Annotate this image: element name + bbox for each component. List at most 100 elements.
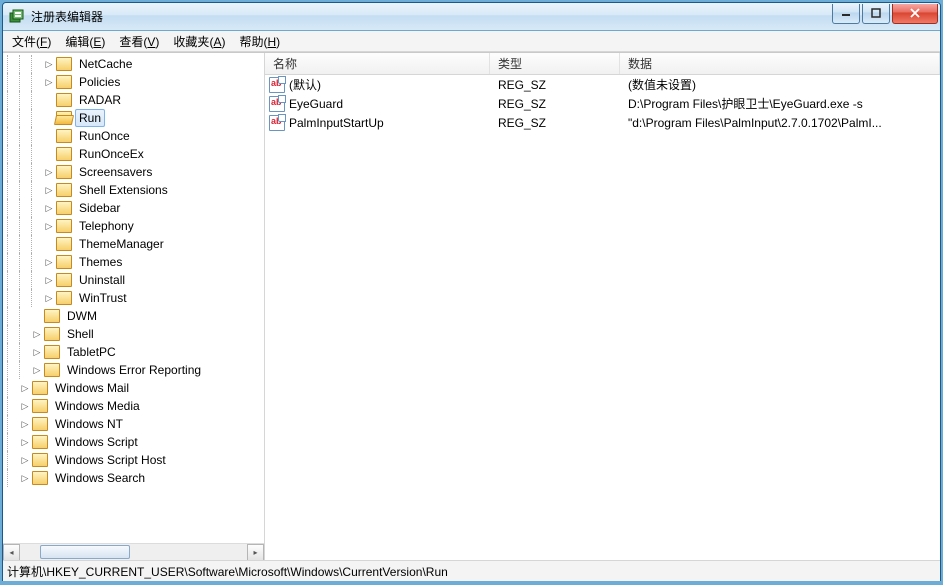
tree-label: Uninstall [75, 271, 129, 289]
tree-twisty[interactable]: ▷ [43, 167, 55, 178]
folder-icon [32, 417, 48, 431]
maximize-button[interactable] [862, 4, 890, 24]
folder-icon [44, 327, 60, 341]
tree-twisty[interactable]: ▷ [19, 401, 31, 412]
list-header: 名称 类型 数据 [265, 53, 940, 75]
value-type: REG_SZ [498, 116, 546, 130]
tree-label: Shell [63, 325, 98, 343]
tree-node[interactable]: ▷ Uninstall [3, 271, 205, 289]
app-icon [9, 9, 25, 25]
tree-twisty[interactable]: ▷ [19, 383, 31, 394]
tree-node[interactable]: ▷ Windows NT [3, 415, 205, 433]
tree-node[interactable]: RunOnceEx [3, 145, 205, 163]
tree-body[interactable]: ▷ NetCache ▷ PoliciesRADARRunRunOnceRunOnce… [3, 53, 264, 543]
column-name[interactable]: 名称 [265, 53, 490, 74]
folder-icon [56, 291, 72, 305]
list-body[interactable]: (默认) REG_SZ (数值未设置)EyeGuardREG_SZD:\Progra… [265, 75, 940, 560]
tree-label: Windows Search [51, 469, 149, 487]
menubar: 文件(F) 编辑(E) 查看(V) 收藏夹(A) 帮助(H) [3, 31, 940, 52]
tree-label: Policies [75, 73, 124, 91]
string-value-icon [269, 77, 285, 93]
tree-node[interactable]: ▷Telephony [3, 217, 205, 235]
titlebar[interactable]: 注册表编辑器 [3, 3, 940, 31]
scroll-track[interactable] [20, 544, 247, 561]
status-path: 计算机\HKEY_CURRENT_USER\Software\Microsoft… [7, 563, 448, 580]
tree-twisty[interactable]: ▷ [43, 203, 55, 214]
tree-node[interactable]: ▷Themes [3, 253, 205, 271]
value-name: (默认) [289, 76, 321, 93]
tree-twisty[interactable]: ▷ [43, 77, 55, 88]
tree-twisty[interactable]: ▷ [19, 473, 31, 484]
menu-help[interactable]: 帮助(H) [232, 31, 287, 52]
tree-twisty[interactable]: ▷ [43, 275, 55, 286]
folder-icon [56, 255, 72, 269]
value-row[interactable]: PalmInputStartUpREG_SZ"d:\Program Files\… [265, 113, 940, 132]
tree-node[interactable]: ▷Windows Mail [3, 379, 205, 397]
tree-node[interactable]: DWM [3, 307, 205, 325]
menu-view[interactable]: 查看(V) [112, 31, 166, 52]
tree-node[interactable]: ▷Windows Error Reporting [3, 361, 205, 379]
tree-twisty[interactable]: ▷ [43, 293, 55, 304]
tree-twisty[interactable]: ▷ [43, 257, 55, 268]
tree-node[interactable]: ▷TabletPC [3, 343, 205, 361]
tree-node[interactable]: ▷ Shell [3, 325, 205, 343]
tree-twisty[interactable]: ▷ [43, 59, 55, 70]
tree-node[interactable]: ▷ Windows Script [3, 433, 205, 451]
close-button[interactable] [892, 4, 938, 24]
window-title: 注册表编辑器 [31, 8, 830, 25]
folder-icon [56, 183, 72, 197]
tree-label: Windows NT [51, 415, 127, 433]
tree-scrollbar[interactable]: ◂ ▸ [3, 543, 264, 560]
tree-node[interactable]: ▷Windows Script Host [3, 451, 205, 469]
tree-twisty[interactable]: ▷ [31, 329, 43, 340]
tree-label: RunOnce [75, 127, 134, 145]
folder-icon [56, 237, 72, 251]
menu-edit[interactable]: 编辑(E) [58, 31, 112, 52]
tree-node[interactable]: ▷WinTrust [3, 289, 205, 307]
tree-node[interactable]: ▷ NetCache [3, 55, 205, 73]
tree-label: Screensavers [75, 163, 156, 181]
folder-icon [56, 201, 72, 215]
value-type: REG_SZ [498, 78, 546, 92]
value-row[interactable]: (默认) REG_SZ (数值未设置) [265, 75, 940, 94]
menu-file[interactable]: 文件(F) [5, 31, 58, 52]
tree-twisty[interactable]: ▷ [43, 185, 55, 196]
tree-twisty[interactable]: ▷ [19, 437, 31, 448]
tree-node[interactable]: RunOnce [3, 127, 205, 145]
value-row[interactable]: EyeGuardREG_SZD:\Program Files\护眼卫士\EyeG… [265, 94, 940, 113]
tree-node[interactable]: ▷ Policies [3, 73, 205, 91]
list-pane: 名称 类型 数据 (默认) REG_SZ (数值未设置)EyeGuardREG_SZ… [265, 53, 940, 560]
scroll-left-arrow[interactable]: ◂ [3, 544, 20, 561]
tree-node[interactable]: ThemeManager [3, 235, 205, 253]
folder-icon [56, 147, 72, 161]
tree-node[interactable]: ▷ Windows Search [3, 469, 205, 487]
tree-node[interactable]: ▷ Screensavers [3, 163, 205, 181]
tree-label: Windows Script [51, 433, 142, 451]
tree-node[interactable]: ▷Sidebar [3, 199, 205, 217]
tree-twisty[interactable]: ▷ [43, 221, 55, 232]
tree-twisty[interactable]: ▷ [31, 347, 43, 358]
folder-icon [32, 435, 48, 449]
value-name: PalmInputStartUp [289, 116, 384, 130]
tree-node[interactable]: ▷Shell Extensions [3, 181, 205, 199]
menu-favorites[interactable]: 收藏夹(A) [166, 31, 232, 52]
folder-icon [56, 57, 72, 71]
folder-icon [44, 309, 60, 323]
tree-label: NetCache [75, 55, 136, 73]
tree-twisty[interactable]: ▷ [31, 365, 43, 376]
scroll-right-arrow[interactable]: ▸ [247, 544, 264, 561]
folder-icon [56, 219, 72, 233]
tree-twisty[interactable]: ▷ [19, 419, 31, 430]
value-data: (数值未设置) [628, 76, 696, 93]
minimize-button[interactable] [832, 4, 860, 24]
tree-node[interactable]: RADAR [3, 91, 205, 109]
window: 注册表编辑器 文件(F) 编辑(E) 查看(V) 收藏夹(A) 帮助(H) ▷ N… [2, 2, 941, 581]
column-type[interactable]: 类型 [490, 53, 620, 74]
scroll-thumb[interactable] [40, 545, 130, 559]
tree-node[interactable]: ▷Windows Media [3, 397, 205, 415]
tree-twisty[interactable]: ▷ [19, 455, 31, 466]
column-data[interactable]: 数据 [620, 53, 940, 74]
tree-node[interactable]: Run [3, 109, 205, 127]
statusbar: 计算机\HKEY_CURRENT_USER\Software\Microsoft… [3, 560, 940, 581]
tree-label: RADAR [75, 91, 125, 109]
